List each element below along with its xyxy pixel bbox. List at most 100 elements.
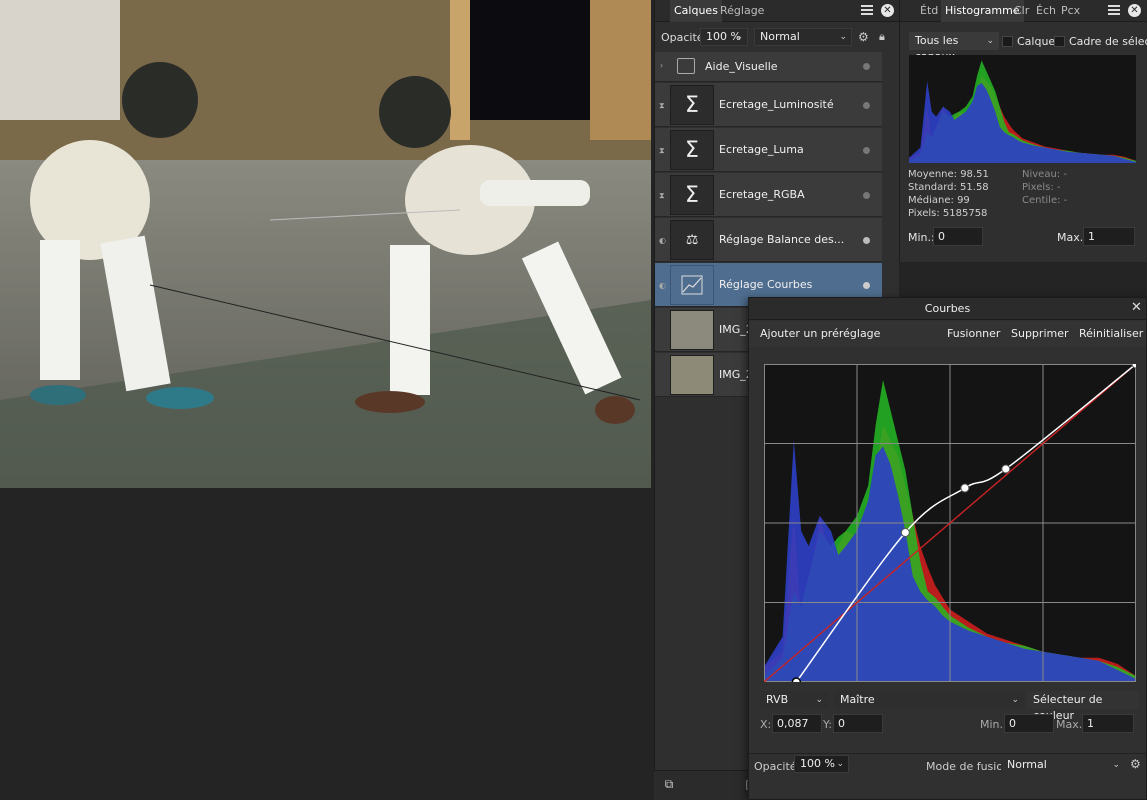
tab-pcx[interactable]: Pcx — [1057, 0, 1084, 22]
min-label: Min.: — [908, 231, 935, 244]
adjustment-icon: ◐ — [659, 281, 666, 290]
curve-control-point[interactable] — [960, 483, 970, 493]
chevron-down-icon: ⌄ — [839, 32, 847, 42]
blend-mode-value: Normal — [760, 30, 800, 43]
balance-icon: ⚖ — [670, 220, 714, 260]
layers-tabbar: Calques Réglage ✕ — [655, 0, 899, 22]
color-space-value: RVB — [766, 693, 789, 706]
tab-ech[interactable]: Éch — [1032, 0, 1060, 22]
curves-toolbar: Ajouter un préréglage Fusionner Supprime… — [749, 321, 1146, 347]
channel-select[interactable]: Maître ⌄ — [834, 691, 1024, 709]
sigma-icon: Σ — [670, 85, 714, 125]
clip-icon: ⧗ — [659, 101, 665, 110]
layer-name: Ecretage_RGBA — [719, 188, 805, 201]
stat-centile: Centile: - — [1022, 195, 1068, 206]
panel-menu-icon[interactable] — [1108, 5, 1120, 15]
lock-icon[interactable]: 🔒︎ — [879, 30, 885, 44]
layer-stack-icon[interactable]: ⧉ — [662, 777, 676, 791]
y-input[interactable]: 0 — [833, 714, 883, 733]
visibility-dot[interactable] — [863, 237, 870, 244]
chevron-down-icon: ⌄ — [735, 32, 743, 42]
sigma-icon: Σ — [670, 130, 714, 170]
stat-pixels: Pixels: 5185758 — [908, 208, 988, 219]
max-input[interactable]: 1 — [1083, 227, 1135, 246]
layer-row-ecretage-rgba[interactable]: ⧗ Σ Ecretage_RGBA — [655, 173, 882, 217]
camera-group-icon — [677, 58, 695, 74]
tab-reglage[interactable]: Réglage — [716, 0, 768, 22]
frame-checkbox[interactable] — [1054, 36, 1065, 47]
blend-mode-select[interactable]: Normal ⌄ — [1001, 756, 1125, 774]
panel-menu-icon[interactable] — [861, 5, 873, 15]
adjustment-icon: ◐ — [659, 236, 666, 245]
stat-std: Standard: 51.58 — [908, 182, 989, 193]
curve-control-point[interactable] — [900, 528, 910, 538]
layer-row-balance[interactable]: ◐ ⚖ Réglage Balance des... — [655, 218, 882, 262]
calque-checkbox[interactable] — [1002, 36, 1013, 47]
layer-row-aide-visuelle[interactable]: › Aide_Visuelle — [655, 52, 882, 82]
visibility-dot[interactable] — [863, 147, 870, 154]
frame-label: Cadre de sélec — [1069, 35, 1147, 48]
min-label: Min.: — [980, 718, 1007, 731]
layer-name: Aide_Visuelle — [705, 60, 778, 73]
gear-icon[interactable]: ⚙ — [858, 30, 869, 44]
layer-name: Ecretage_Luma — [719, 143, 804, 156]
visibility-dot[interactable] — [863, 282, 870, 289]
visibility-dot[interactable] — [863, 192, 870, 199]
curves-titlebar[interactable]: Courbes ✕ — [749, 298, 1146, 320]
calque-label: Calque — [1017, 35, 1056, 48]
tab-etd[interactable]: Étd — [916, 0, 942, 22]
divider — [749, 753, 1146, 754]
photo-thumbnail — [670, 355, 714, 395]
tab-calques[interactable]: Calques — [670, 0, 722, 22]
opacity-field[interactable]: 100 % ⌄ — [700, 28, 748, 46]
gear-icon[interactable]: ⚙ — [1130, 757, 1141, 771]
min-input[interactable]: 0 — [1004, 714, 1054, 733]
reset-button[interactable]: Réinitialiser — [1079, 327, 1143, 340]
blend-mode-value: Normal — [1007, 758, 1047, 771]
visibility-dot[interactable] — [863, 102, 870, 109]
opacity-field[interactable]: 100 % ⌄ — [794, 755, 849, 773]
delete-button[interactable]: Supprimer — [1011, 327, 1069, 340]
canvas-background — [0, 488, 651, 800]
histogram-tabbar: Étd Histogramme Clr Éch Pcx ✕ — [900, 0, 1147, 22]
chevron-down-icon: ⌄ — [1112, 760, 1120, 770]
visibility-dot[interactable] — [863, 63, 870, 70]
stat-median: Médiane: 99 — [908, 195, 970, 206]
close-icon[interactable]: ✕ — [1131, 300, 1142, 315]
sigma-icon: Σ — [670, 175, 714, 215]
curves-graph[interactable] — [764, 364, 1136, 682]
clip-icon: ⧗ — [659, 191, 665, 200]
merge-button[interactable]: Fusionner — [947, 327, 1000, 340]
color-space-select[interactable]: RVB ⌄ — [760, 691, 828, 709]
curve-control-point[interactable] — [1001, 464, 1011, 474]
color-picker-button[interactable]: Sélecteur de couleur — [1027, 691, 1139, 722]
x-input[interactable]: 0,087 — [772, 714, 822, 733]
fencing-photo — [0, 0, 651, 488]
add-preset-button[interactable]: Ajouter un préréglage — [760, 327, 880, 340]
opacity-value: 100 % — [800, 757, 835, 770]
tab-clr[interactable]: Clr — [1010, 0, 1033, 22]
histogram-graph — [909, 55, 1136, 163]
curves-dialog: Courbes ✕ Ajouter un préréglage Fusionne… — [748, 297, 1147, 800]
layer-row-ecretage-luminosite[interactable]: ⧗ Σ Ecretage_Luminosité — [655, 83, 882, 127]
stat-level: Niveau: - — [1022, 169, 1067, 180]
document-canvas[interactable] — [0, 0, 651, 488]
channel-value: Maître — [840, 693, 875, 706]
curves-icon — [670, 265, 714, 305]
y-label: Y: — [823, 718, 832, 731]
chevron-right-icon[interactable]: › — [660, 61, 663, 70]
photo-thumbnail — [670, 310, 714, 350]
x-label: X: — [760, 718, 772, 731]
curve-control-point[interactable] — [791, 677, 802, 682]
blend-mode-select[interactable]: Normal ⌄ — [754, 28, 852, 46]
min-input[interactable]: 0 — [933, 227, 983, 246]
channel-select[interactable]: Tous les canaux⌄ — [909, 32, 999, 63]
layer-name: Ecretage_Luminosité — [719, 98, 834, 111]
layer-row-ecretage-luma[interactable]: ⧗ Σ Ecretage_Luma — [655, 128, 882, 172]
chevron-down-icon: ⌄ — [836, 759, 844, 769]
max-input[interactable]: 1 — [1082, 714, 1134, 733]
chevron-down-icon: ⌄ — [815, 695, 823, 705]
close-icon[interactable]: ✕ — [881, 4, 894, 17]
histogram-panel: Étd Histogramme Clr Éch Pcx ✕ Tous les c… — [899, 0, 1147, 262]
close-icon[interactable]: ✕ — [1128, 4, 1141, 17]
